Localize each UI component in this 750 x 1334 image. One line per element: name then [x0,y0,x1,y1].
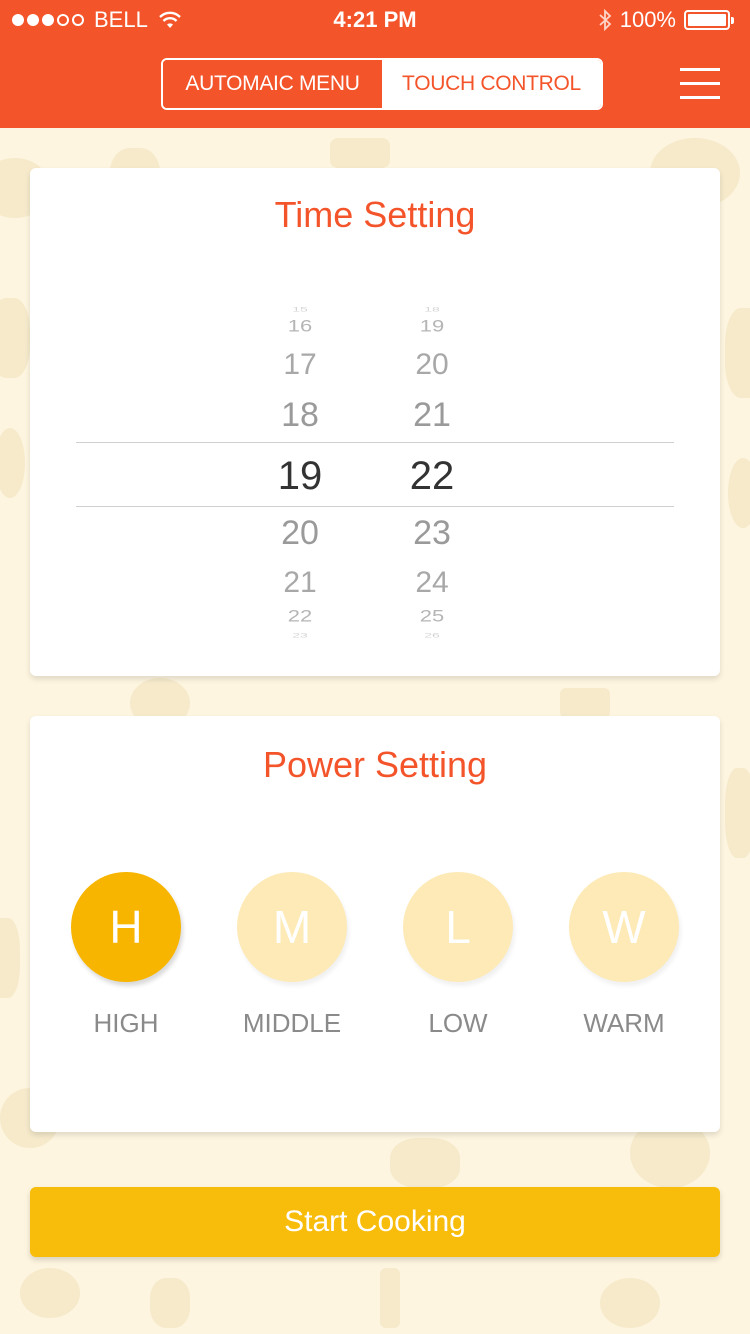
power-high-button[interactable]: H [71,872,181,982]
time-picker[interactable]: 15 16 17 18 19 20 21 22 23 18 19 20 21 2… [76,306,674,642]
hour-option[interactable]: 18 [260,398,340,432]
minute-option[interactable]: 26 [392,632,472,638]
power-option-warm[interactable]: W WARM [541,872,707,1039]
power-warm-button[interactable]: W [569,872,679,982]
minute-option[interactable]: 20 [392,350,472,380]
hour-option[interactable]: 15 [260,306,340,312]
minute-selected[interactable]: 22 [392,456,472,496]
power-setting-title: Power Setting [262,744,488,785]
hour-option[interactable]: 23 [260,632,340,638]
picker-selection-band [76,442,674,507]
power-setting-card: Power Setting H HIGH M MIDDLE L LOW W WA… [30,716,720,1132]
power-low-label: LOW [428,1008,488,1038]
status-right: 100% [598,7,734,33]
power-middle-label: MIDDLE [242,1008,342,1038]
power-middle-button[interactable]: M [237,872,347,982]
hour-selected[interactable]: 19 [260,456,340,496]
power-option-middle[interactable]: M MIDDLE [209,872,375,1039]
time-setting-card: Time Setting 15 16 17 18 19 20 21 22 23 … [30,168,720,676]
minute-wheel[interactable]: 18 19 20 21 22 23 24 25 26 [392,306,472,642]
power-low-button[interactable]: L [403,872,513,982]
battery-percent: 100% [619,7,676,32]
hour-option[interactable]: 22 [260,608,340,625]
bluetooth-icon [599,9,612,31]
minute-option[interactable]: 24 [392,568,472,598]
menu-list-icon[interactable] [680,66,720,102]
minute-option[interactable]: 23 [392,516,472,550]
power-option-low[interactable]: L LOW [375,872,541,1039]
power-options: H HIGH M MIDDLE L LOW W WARM [30,872,720,1052]
hour-option[interactable]: 17 [260,350,340,380]
status-bar: BELL 4:21 PM 100% [0,0,750,40]
hour-option[interactable]: 16 [260,318,340,335]
time-setting-title: Time Setting [274,194,476,235]
hour-wheel[interactable]: 15 16 17 18 19 20 21 22 23 [260,306,340,642]
minute-option[interactable]: 18 [392,306,472,312]
minute-option[interactable]: 21 [392,398,472,432]
minute-option[interactable]: 19 [392,318,472,335]
power-option-high[interactable]: H HIGH [43,872,209,1039]
minute-option[interactable]: 25 [392,608,472,625]
mode-segmented-control: AUTOMAIC MENU TOUCH CONTROL [161,58,603,110]
tab-touch-control[interactable]: TOUCH CONTROL [382,60,601,108]
app-header: BELL 4:21 PM 100% AUTOMAIC MENU TOUCH CO… [0,0,750,128]
hour-option[interactable]: 21 [260,568,340,598]
start-cooking-button[interactable]: Start Cooking [30,1187,720,1257]
hour-option[interactable]: 20 [260,516,340,550]
tab-automatic-menu[interactable]: AUTOMAIC MENU [163,60,382,108]
battery-icon [684,10,734,30]
power-warm-label: WARM [583,1008,665,1038]
power-high-label: HIGH [93,1008,159,1038]
